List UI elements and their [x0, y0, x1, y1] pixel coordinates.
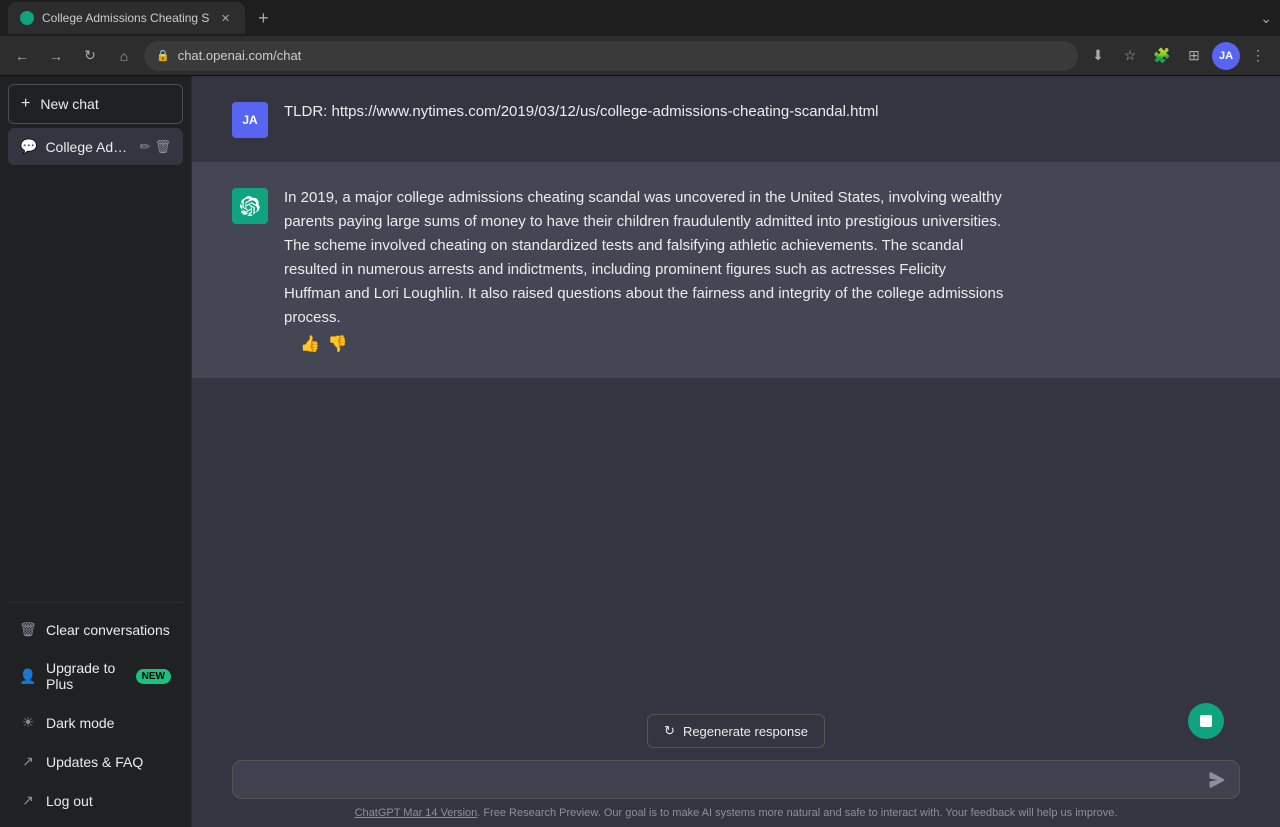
user-message: JA TLDR: https://www.nytimes.com/2019/03… — [192, 76, 1280, 162]
log-out-label: Log out — [46, 793, 93, 809]
profile-button[interactable]: JA — [1212, 42, 1240, 70]
ai-message-content: In 2019, a major college admissions chea… — [284, 186, 1004, 330]
sun-icon: ☀ — [20, 714, 36, 731]
reload-button[interactable]: ↻ — [76, 42, 104, 70]
chat-item-title: College Admissions Ch — [45, 139, 131, 155]
bottom-area: ↻ Regenerate response ChatGPT Mar 14 Ver… — [192, 698, 1280, 827]
clear-conversations-button[interactable]: 🗑 Clear conversations — [8, 611, 183, 648]
home-button[interactable]: ⌂ — [110, 42, 138, 70]
new-tab-button[interactable]: + — [249, 4, 277, 32]
download-icon[interactable]: ⬇ — [1084, 42, 1112, 70]
new-badge: NEW — [136, 669, 171, 684]
new-chat-button[interactable]: + New chat — [8, 84, 183, 124]
input-area — [232, 760, 1240, 799]
browser-chrome: College Admissions Cheating S ✕ + ⌄ ← → … — [0, 0, 1280, 76]
version-link[interactable]: ChatGPT Mar 14 Version — [355, 807, 478, 819]
user-message-content: TLDR: https://www.nytimes.com/2019/03/12… — [284, 100, 878, 138]
updates-faq-label: Updates & FAQ — [46, 754, 143, 770]
url-bar[interactable]: 🔒 chat.openai.com/chat — [144, 41, 1078, 71]
footer-description: . Free Research Preview. Our goal is to … — [477, 807, 1117, 819]
message-actions: 👍 👎 — [300, 334, 1004, 354]
openai-logo-icon — [240, 196, 260, 216]
ai-avatar — [232, 188, 268, 224]
menu-icon[interactable]: ⋮ — [1244, 42, 1272, 70]
dark-mode-button[interactable]: ☀ Dark mode — [8, 704, 183, 741]
address-actions: ⬇ ☆ 🧩 ⊞ JA ⋮ — [1084, 42, 1272, 70]
thumbs-down-icon[interactable]: 👎 — [328, 334, 348, 354]
chat-item[interactable]: 💬 College Admissions Ch ✏ 🗑 — [8, 128, 183, 165]
bottom-wrapper: ↻ Regenerate response ChatGPT Mar 14 Ver… — [192, 698, 1280, 827]
footer-text: ChatGPT Mar 14 Version. Free Research Pr… — [232, 807, 1240, 819]
regen-label: Regenerate response — [683, 724, 808, 739]
chat-icon: 💬 — [20, 138, 37, 155]
star-icon[interactable]: ☆ — [1116, 42, 1144, 70]
clear-conversations-label: Clear conversations — [46, 622, 170, 638]
tab-favicon — [20, 11, 34, 25]
messages-area: JA TLDR: https://www.nytimes.com/2019/03… — [192, 76, 1280, 698]
extensions-icon[interactable]: 🧩 — [1148, 42, 1176, 70]
new-chat-label: New chat — [40, 96, 98, 112]
close-tab-button[interactable]: ✕ — [217, 10, 233, 26]
address-bar: ← → ↻ ⌂ 🔒 chat.openai.com/chat ⬇ ☆ 🧩 ⊞ J… — [0, 36, 1280, 76]
regen-icon: ↻ — [664, 723, 675, 739]
avatar-initials: JA — [242, 113, 257, 127]
stop-button-area — [1188, 703, 1224, 739]
sidebar: + New chat 💬 College Admissions Ch ✏ 🗑 🗑… — [0, 76, 192, 827]
thumbs-up-icon[interactable]: 👍 — [300, 334, 320, 354]
app: + New chat 💬 College Admissions Ch ✏ 🗑 🗑… — [0, 76, 1280, 827]
log-out-button[interactable]: ↗ Log out — [8, 782, 183, 819]
trash-icon: 🗑 — [20, 621, 36, 638]
external-link-icon: ↗ — [20, 753, 36, 770]
url-text: chat.openai.com/chat — [178, 48, 302, 63]
main-area: JA TLDR: https://www.nytimes.com/2019/03… — [192, 76, 1280, 827]
chat-item-actions: ✏ 🗑 — [140, 139, 171, 155]
regen-container: ↻ Regenerate response — [232, 714, 1240, 748]
dark-mode-label: Dark mode — [46, 715, 114, 731]
stop-icon — [1200, 715, 1212, 727]
back-button[interactable]: ← — [8, 42, 36, 70]
logout-icon: ↗ — [20, 792, 36, 809]
grid-icon[interactable]: ⊞ — [1180, 42, 1208, 70]
send-button[interactable] — [1209, 772, 1225, 788]
stop-button[interactable] — [1188, 703, 1224, 739]
plus-icon: + — [21, 95, 30, 113]
delete-chat-button[interactable]: 🗑 — [154, 139, 171, 155]
regenerate-button[interactable]: ↻ Regenerate response — [647, 714, 825, 748]
tab-chevron[interactable]: ⌄ — [1260, 10, 1272, 27]
chat-input[interactable] — [247, 771, 1201, 788]
active-tab[interactable]: College Admissions Cheating S ✕ — [8, 2, 245, 34]
updates-faq-button[interactable]: ↗ Updates & FAQ — [8, 743, 183, 780]
ai-message: In 2019, a major college admissions chea… — [192, 162, 1280, 378]
upgrade-to-plus-button[interactable]: 👤 Upgrade to Plus NEW — [8, 650, 183, 702]
user-icon: 👤 — [20, 668, 36, 685]
edit-chat-button[interactable]: ✏ — [140, 139, 151, 155]
user-avatar: JA — [232, 102, 268, 138]
upgrade-label: Upgrade to Plus — [46, 660, 126, 692]
tab-title: College Admissions Cheating S — [42, 11, 209, 25]
forward-button[interactable]: → — [42, 42, 70, 70]
tab-bar: College Admissions Cheating S ✕ + ⌄ — [0, 0, 1280, 36]
sidebar-bottom: 🗑 Clear conversations 👤 Upgrade to Plus … — [8, 602, 183, 819]
lock-icon: 🔒 — [156, 49, 170, 62]
